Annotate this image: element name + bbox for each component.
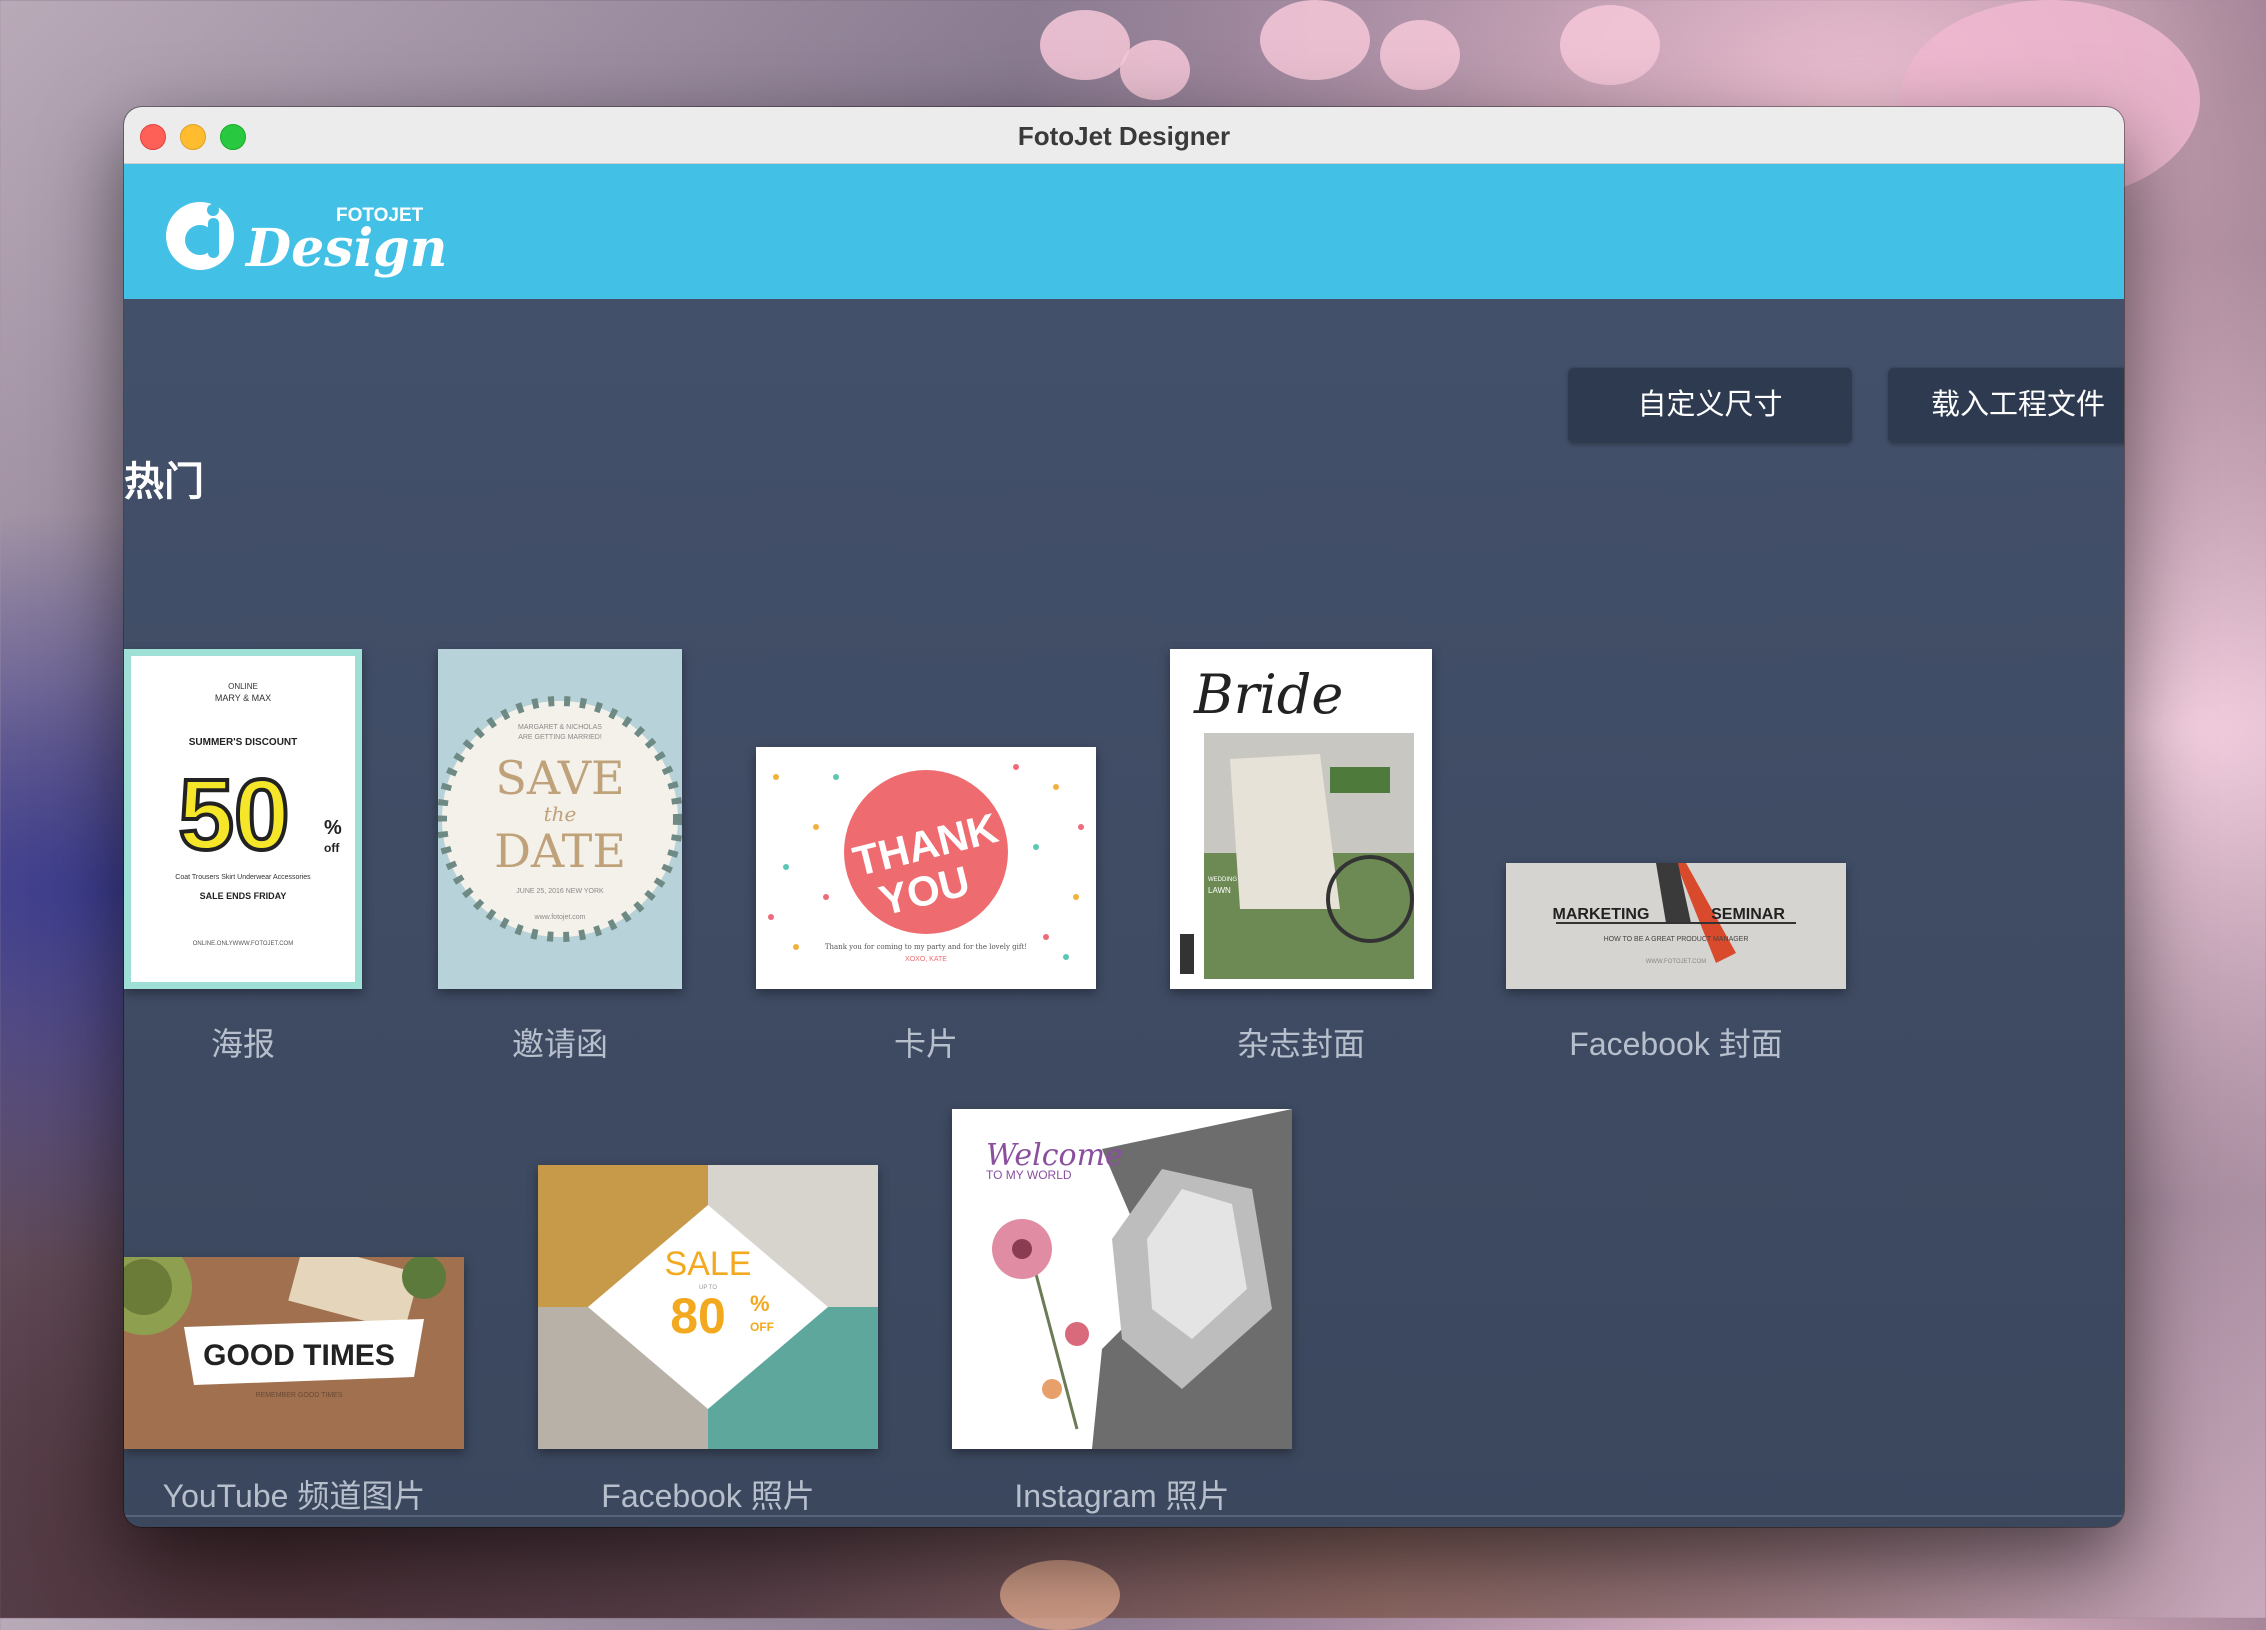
bg-petal bbox=[1560, 5, 1660, 85]
magazine-thumbnail[interactable]: Bride WEDDING LAWN bbox=[1170, 649, 1432, 989]
svg-text:%: % bbox=[324, 817, 342, 839]
svg-text:Thank you for coming to my par: Thank you for coming to my party and for… bbox=[825, 943, 1027, 951]
svg-text:off: off bbox=[324, 841, 340, 855]
svg-text:LAWN: LAWN bbox=[1208, 886, 1231, 895]
content-divider bbox=[124, 1515, 2124, 1517]
app-header: FOTOJET Designer bbox=[124, 164, 2124, 300]
template-label: 海报 bbox=[210, 1026, 275, 1062]
card-thumbnail[interactable]: THANK YOU Thank you for coming to my par… bbox=[756, 747, 1096, 989]
instagram-thumbnail[interactable]: Welcome TO MY WORLD bbox=[952, 1109, 1292, 1449]
svg-text:the: the bbox=[544, 802, 577, 826]
svg-text:OFF: OFF bbox=[750, 1320, 774, 1334]
template-label: 卡片 bbox=[893, 1026, 958, 1062]
svg-text:Coat Trousers Skirt Underwe: Coat Trousers Skirt Underwear Accessorie… bbox=[175, 874, 311, 881]
svg-text:REMEMBER GOOD TIMES: REMEMBER GOOD TIMES bbox=[256, 1392, 343, 1399]
svg-text:ONLINE.ONLYWWW.FOTOJET.COM: ONLINE.ONLYWWW.FOTOJET.COM bbox=[193, 941, 293, 947]
logo-name-text: Designer bbox=[244, 218, 444, 279]
svg-text:WEDDING: WEDDING bbox=[1208, 877, 1237, 883]
load-project-button[interactable]: 载入工程文件 bbox=[1888, 367, 2124, 443]
svg-text:SAVE: SAVE bbox=[495, 751, 624, 805]
svg-text:Bride: Bride bbox=[1193, 663, 1343, 726]
svg-text:SEMINAR: SEMINAR bbox=[1711, 906, 1785, 923]
svg-text:SUMMER'S DISCOUNT: SUMMER'S DISCOUNT bbox=[189, 737, 298, 748]
facebook-photo-thumbnail[interactable]: SALE UP TO 80 % OFF bbox=[538, 1165, 878, 1449]
svg-text:MARGARET & NICHOLAS: MARGARET & NICHOLAS bbox=[518, 724, 602, 731]
youtube-thumbnail[interactable]: GOOD TIMES REMEMBER GOOD TIMES bbox=[124, 1257, 464, 1449]
template-label: Facebook 照片 bbox=[601, 1478, 815, 1514]
template-label: YouTube 频道图片 bbox=[162, 1478, 426, 1514]
svg-text:ARE GETTING MARRIED!: ARE GETTING MARRIED! bbox=[518, 734, 602, 741]
app-window: FotoJet Designer FOTOJET Designer 自定义尺寸 … bbox=[124, 107, 2124, 1527]
section-title-popular: 热门 bbox=[124, 460, 204, 504]
svg-text:TO MY WORLD: TO MY WORLD bbox=[986, 1168, 1072, 1182]
bg-petal bbox=[1000, 1560, 1120, 1630]
svg-text:WWW.FOTOJET.COM: WWW.FOTOJET.COM bbox=[1646, 959, 1707, 965]
svg-text:50: 50 bbox=[178, 759, 289, 871]
svg-text:HOW TO BE A GREAT PRODUCT MANA: HOW TO BE A GREAT PRODUCT MANAGER bbox=[1604, 936, 1749, 943]
svg-text:80: 80 bbox=[670, 1288, 726, 1344]
facebook-cover-thumbnail[interactable]: MARKETING SEMINAR HOW TO BE A GREAT PROD… bbox=[1506, 863, 1846, 989]
svg-text:XOXO, KATE: XOXO, KATE bbox=[905, 956, 947, 963]
invitation-thumbnail[interactable]: MARGARET & NICHOLAS ARE GETTING MARRIED!… bbox=[438, 649, 682, 989]
bg-petal bbox=[1120, 40, 1190, 100]
svg-text:www.fotojet.com: www.fotojet.com bbox=[534, 914, 586, 921]
template-label: 邀请函 bbox=[511, 1026, 608, 1062]
logo-icon: FOTOJET Designer bbox=[166, 202, 511, 279]
bg-petal bbox=[1380, 20, 1460, 90]
svg-text:GOOD TIMES: GOOD TIMES bbox=[203, 1339, 395, 1372]
svg-text:JUNE 25, 2016 NEW YORK: JUNE 25, 2016 NEW YORK bbox=[516, 888, 604, 895]
poster-thumbnail[interactable]: ONLINE MARY & MAX SUMMER'S DISCOUNT 50 %… bbox=[124, 649, 362, 989]
main-content: 自定义尺寸 载入工程文件 热门 ONLINE MARY & MAX SUMMER… bbox=[124, 299, 2124, 1527]
bg-petal bbox=[1260, 0, 1370, 80]
svg-text:%: % bbox=[750, 1291, 770, 1316]
bg-petal bbox=[1040, 10, 1130, 80]
template-label: Facebook 封面 bbox=[1569, 1026, 1783, 1062]
custom-size-button[interactable]: 自定义尺寸 bbox=[1568, 367, 1852, 443]
svg-text:SALE: SALE bbox=[665, 1245, 752, 1283]
svg-text:MARY & MAX: MARY & MAX bbox=[215, 693, 271, 703]
app-logo: FOTOJET Designer bbox=[164, 186, 511, 286]
template-label: Instagram 照片 bbox=[1014, 1478, 1230, 1514]
template-label: 杂志封面 bbox=[1236, 1026, 1365, 1062]
window-title: FotoJet Designer bbox=[1017, 121, 1231, 151]
title-bar: FotoJet Designer bbox=[124, 107, 2124, 164]
svg-text:ONLINE: ONLINE bbox=[228, 682, 258, 691]
svg-text:DATE: DATE bbox=[494, 824, 626, 878]
svg-text:SALE ENDS FRIDAY: SALE ENDS FRIDAY bbox=[200, 891, 287, 901]
svg-text:MARKETING: MARKETING bbox=[1553, 906, 1650, 923]
